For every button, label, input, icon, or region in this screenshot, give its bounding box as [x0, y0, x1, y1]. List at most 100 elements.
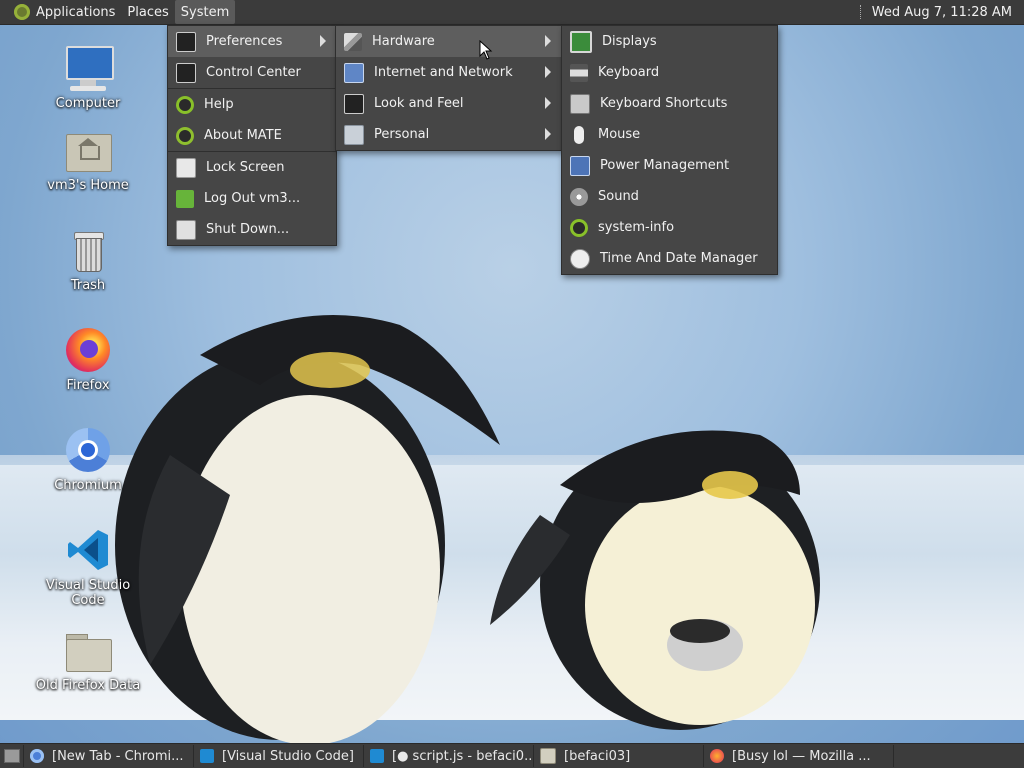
menu-item-label: Power Management	[600, 158, 730, 173]
taskbar-window-firefox[interactable]: [Busy lol — Mozilla ...	[704, 745, 894, 767]
menu-item-label: Preferences	[206, 34, 283, 49]
menu-item-label: Look and Feel	[374, 96, 464, 111]
places-menu[interactable]: Places	[121, 0, 174, 24]
menu-item-time-and-date-manager[interactable]: Time And Date Manager	[562, 243, 777, 274]
menu-item-look-and-feel[interactable]: Look and Feel	[336, 88, 561, 119]
folder-icon	[540, 748, 556, 764]
panel-clock[interactable]: Wed Aug 7, 11:28 AM	[872, 5, 1024, 20]
desktop-icon-label: Trash	[70, 278, 106, 293]
places-label: Places	[127, 4, 169, 20]
desktop-icon-label: vm3's Home	[47, 178, 129, 193]
applications-label: Applications	[36, 4, 116, 20]
displays-icon	[570, 30, 592, 53]
menu-item-shut-down[interactable]: Shut Down...	[168, 214, 336, 245]
submenu-arrow-icon	[545, 35, 551, 47]
mouse-pointer-icon	[479, 40, 493, 60]
desktop-icon-label: Firefox	[66, 378, 110, 393]
preferences-icon	[176, 31, 196, 52]
logout-icon	[176, 189, 194, 208]
menu-item-label: system-info	[598, 220, 675, 235]
network-icon	[344, 62, 364, 83]
menu-item-mouse[interactable]: Mouse	[562, 119, 777, 150]
shutdown-icon	[176, 219, 196, 240]
menu-item-label: Time And Date Manager	[600, 251, 758, 266]
menu-item-label: Log Out vm3...	[204, 191, 301, 206]
menu-item-personal[interactable]: Personal	[336, 119, 561, 150]
trash-icon	[64, 226, 112, 274]
menu-item-label: Displays	[602, 34, 657, 49]
hardware-icon	[344, 32, 362, 51]
submenu-arrow-icon	[545, 128, 551, 140]
chromium-icon	[64, 426, 112, 474]
menu-item-label: Hardware	[372, 34, 435, 49]
taskbar-window-label: [New Tab - Chromi...	[52, 748, 184, 764]
submenu-arrow-icon	[545, 97, 551, 109]
menu-item-help[interactable]: Help	[168, 89, 336, 120]
personal-icon	[344, 124, 364, 145]
taskbar-window-script-js[interactable]: [● script.js - befaci0...	[364, 745, 534, 767]
panel-grip-handle[interactable]	[859, 5, 864, 19]
bottom-taskbar: [New Tab - Chromi... [Visual Studio Code…	[0, 743, 1024, 768]
hardware-submenu: Displays Keyboard Keyboard Shortcuts Mou…	[561, 25, 778, 275]
desktop-icon-label: Chromium	[54, 478, 122, 493]
vscode-icon	[64, 526, 112, 574]
clock-icon	[570, 248, 590, 269]
desktop-icon-trash[interactable]: Trash	[28, 226, 148, 293]
preferences-submenu: Hardware Internet and Network Look and F…	[335, 25, 562, 151]
menu-item-label: About MATE	[204, 128, 282, 143]
top-panel: Applications Places System Wed Aug 7, 11…	[0, 0, 1024, 25]
menu-item-preferences[interactable]: Preferences	[168, 26, 336, 57]
taskbar-window-chromium[interactable]: [New Tab - Chromi...	[24, 745, 194, 767]
firefox-icon	[710, 749, 724, 763]
desktop-icon-home[interactable]: vm3's Home	[28, 126, 148, 193]
menu-item-label: Help	[204, 97, 234, 112]
menu-item-keyboard-shortcuts[interactable]: Keyboard Shortcuts	[562, 88, 777, 119]
keyboard-icon	[570, 63, 588, 82]
taskbar-window-label: [● script.js - befaci0...	[392, 748, 534, 764]
mate-logo-icon	[14, 4, 30, 20]
system-label: System	[180, 4, 230, 20]
mouse-icon	[574, 125, 584, 144]
desktop-icon-firefox[interactable]: Firefox	[28, 326, 148, 393]
menu-item-control-center[interactable]: Control Center	[168, 57, 336, 88]
menu-item-label: Control Center	[206, 65, 301, 80]
computer-icon	[64, 44, 114, 92]
submenu-arrow-icon	[320, 35, 326, 47]
help-icon	[176, 95, 194, 114]
menu-item-keyboard[interactable]: Keyboard	[562, 57, 777, 88]
menu-item-label: Keyboard	[598, 65, 660, 80]
applications-menu[interactable]: Applications	[0, 0, 121, 24]
menu-item-label: Lock Screen	[206, 160, 285, 175]
home-folder-icon	[64, 126, 112, 174]
control-center-icon	[176, 62, 196, 83]
menu-item-power-management[interactable]: Power Management	[562, 150, 777, 181]
taskbar-window-label: [befaci03]	[564, 748, 631, 764]
show-desktop-icon	[3, 749, 20, 763]
menu-item-lock-screen[interactable]: Lock Screen	[168, 152, 336, 183]
vscode-icon	[370, 749, 384, 763]
desktop-icon-chromium[interactable]: Chromium	[28, 426, 148, 493]
submenu-arrow-icon	[545, 66, 551, 78]
desktop-icon-label: Old Firefox Data	[35, 678, 141, 693]
mate-icon	[176, 126, 194, 145]
menu-item-hardware[interactable]: Hardware	[336, 26, 561, 57]
menu-item-label: Mouse	[598, 127, 641, 142]
taskbar-window-befaci03[interactable]: [befaci03]	[534, 745, 704, 767]
menu-item-displays[interactable]: Displays	[562, 26, 777, 57]
system-menu: Preferences Control Center Help About MA…	[167, 25, 337, 246]
desktop-icon-vscode[interactable]: Visual Studio Code	[28, 526, 148, 608]
desktop-icon-computer[interactable]: Computer	[28, 44, 148, 111]
menu-item-label: Internet and Network	[374, 65, 513, 80]
menu-item-sound[interactable]: Sound	[562, 181, 777, 212]
desktop-icon-old-firefox-data[interactable]: Old Firefox Data	[28, 626, 148, 693]
menu-item-system-info[interactable]: system-info	[562, 212, 777, 243]
menu-item-label: Keyboard Shortcuts	[600, 96, 728, 111]
show-desktop-button[interactable]	[0, 745, 24, 767]
keyboard-shortcuts-icon	[570, 93, 590, 114]
menu-item-log-out[interactable]: Log Out vm3...	[168, 183, 336, 214]
look-and-feel-icon	[344, 93, 364, 114]
system-menu-button[interactable]: System	[174, 0, 236, 24]
taskbar-window-vscode[interactable]: [Visual Studio Code]	[194, 745, 364, 767]
menu-item-internet-and-network[interactable]: Internet and Network	[336, 57, 561, 88]
menu-item-about-mate[interactable]: About MATE	[168, 120, 336, 151]
